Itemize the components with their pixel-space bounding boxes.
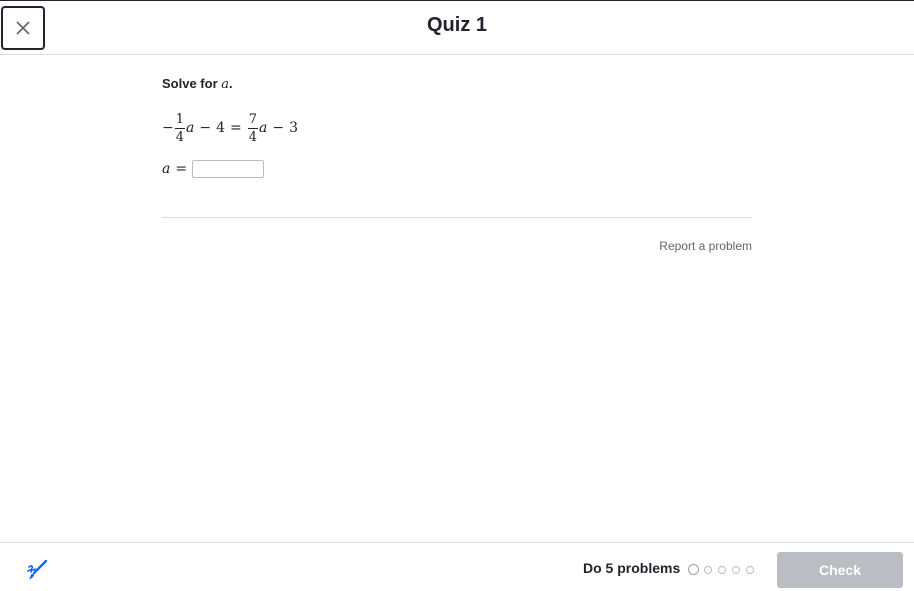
quiz-header: Quiz 1 — [0, 1, 914, 55]
equation: − 1 4 a − 4 = 7 4 a − 3 — [162, 108, 752, 148]
rhs-constant: 3 — [289, 120, 299, 136]
progress-dot — [732, 565, 740, 574]
progress-dot — [746, 565, 754, 574]
lhs-fraction: 1 4 — [174, 111, 186, 145]
content-divider — [162, 217, 752, 218]
lhs-numerator: 1 — [174, 111, 186, 129]
quiz-footer: Do 5 problems Check — [0, 542, 914, 591]
prompt-end: . — [229, 76, 233, 91]
page-title: Quiz 1 — [426, 14, 487, 36]
do-problems-label: Do 5 problems — [583, 560, 681, 576]
rhs-numerator: 7 — [247, 111, 259, 129]
rhs-fraction: 7 4 — [247, 111, 259, 145]
answer-row: a = — [162, 160, 752, 178]
report-problem-link[interactable]: Report a problem — [659, 239, 752, 253]
negative-sign: − — [162, 120, 174, 136]
rhs-variable: a — [259, 120, 268, 136]
equals-sign: = — [230, 120, 242, 136]
lhs-denominator: 4 — [175, 129, 185, 145]
progress-dot — [704, 565, 712, 574]
problem-progress — [688, 564, 760, 575]
scratchpad-icon[interactable] — [26, 558, 50, 582]
rhs-denominator: 4 — [248, 129, 258, 145]
question-area: Solve for a. − 1 4 a − 4 = 7 4 a − 3 a = — [162, 70, 752, 178]
progress-dot-current — [688, 564, 699, 575]
lhs-constant: 4 — [216, 120, 226, 136]
prompt-variable: a — [221, 77, 230, 92]
question-prompt: Solve for a. — [162, 76, 752, 92]
answer-variable: a — [162, 161, 171, 177]
answer-input[interactable] — [192, 160, 265, 178]
check-button[interactable]: Check — [777, 552, 903, 588]
answer-equals: = — [175, 161, 188, 177]
rhs-operator: − — [272, 120, 285, 136]
lhs-variable: a — [186, 120, 195, 136]
prompt-text: Solve for — [162, 76, 222, 91]
lhs-operator: − — [199, 120, 212, 136]
progress-dot — [718, 565, 726, 574]
